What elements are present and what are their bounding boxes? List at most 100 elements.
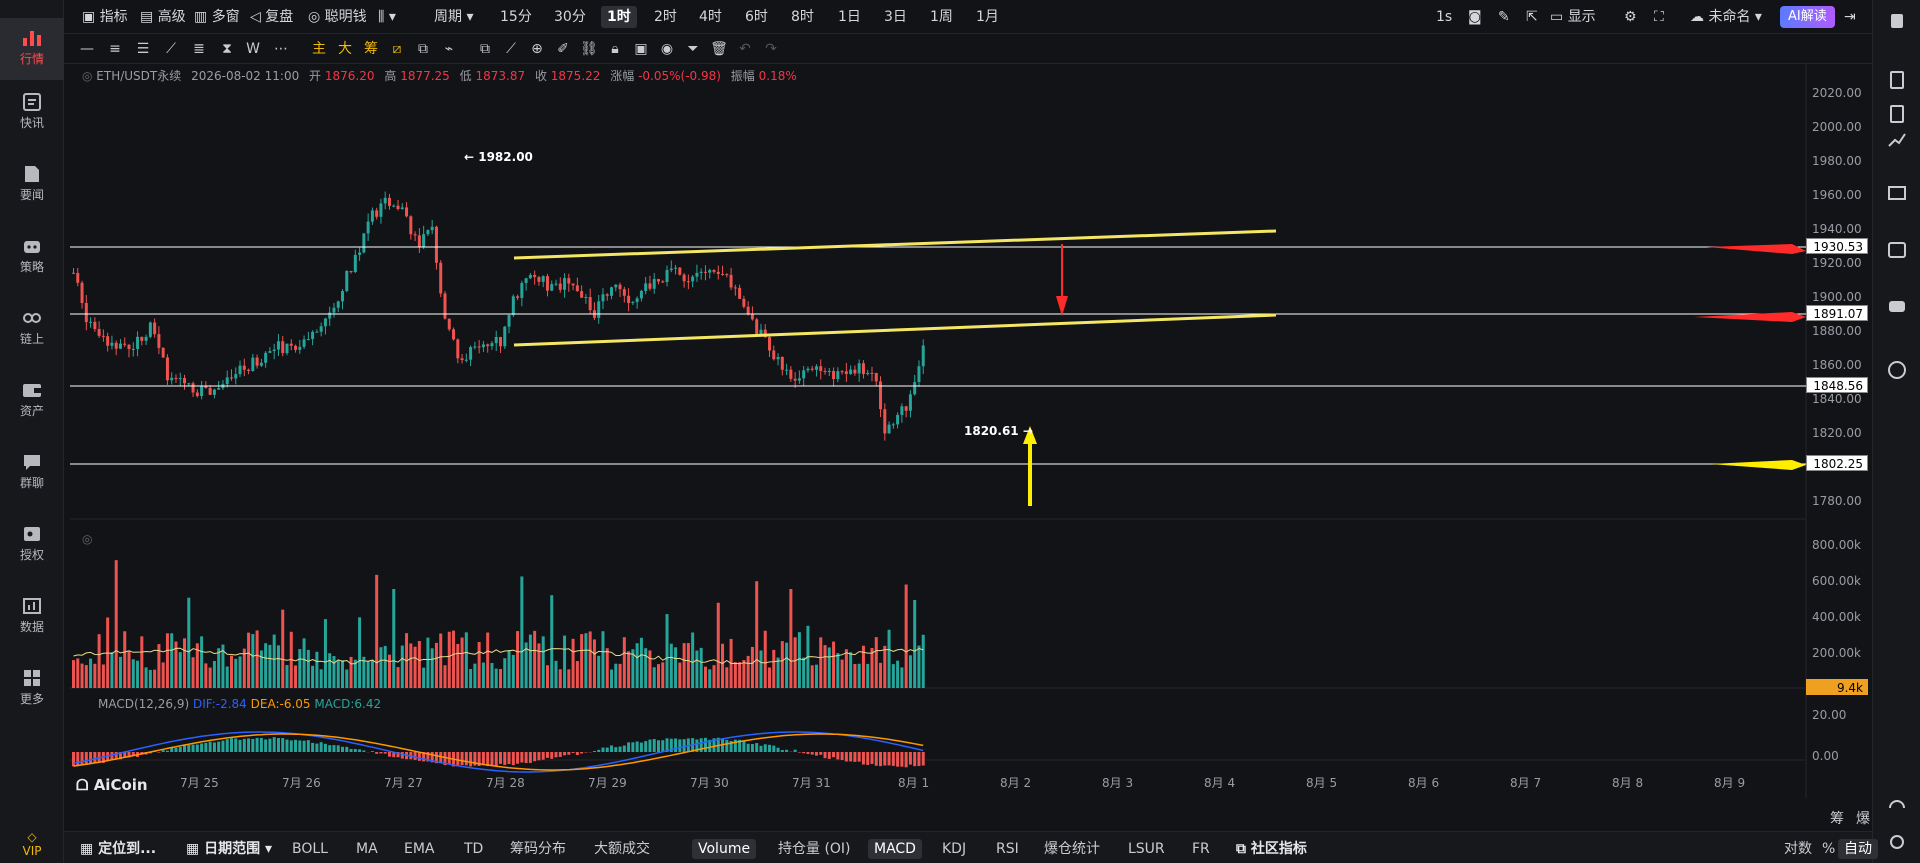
lock-icon[interactable]: 🔒︎: [606, 40, 624, 58]
settings-icon[interactable]: [1887, 832, 1907, 852]
timeframe-2h[interactable]: 2时: [654, 6, 677, 28]
timeframe-1h[interactable]: 1时: [601, 6, 637, 28]
camera-icon[interactable]: ◙: [1468, 6, 1482, 28]
nav-item-strategy[interactable]: 策略: [0, 226, 64, 288]
chip-toggle[interactable]: 筹: [362, 40, 380, 58]
sub-indicator-fr[interactable]: FR: [1192, 839, 1210, 859]
timeframe-30m[interactable]: 30分: [554, 6, 586, 28]
redo-icon[interactable]: ↷: [762, 40, 780, 58]
collapse-icon[interactable]: ⇥: [1844, 6, 1856, 28]
magnet-icon[interactable]: ⌁: [440, 40, 458, 58]
brush-icon[interactable]: ✐: [554, 40, 572, 58]
timeframe-1mo[interactable]: 1月: [976, 6, 999, 28]
sub-indicator-kdj[interactable]: KDJ: [942, 839, 966, 859]
more-dots-icon[interactable]: ⋯: [272, 40, 290, 58]
timeframe-1w[interactable]: 1周: [930, 6, 953, 28]
indicator-boll[interactable]: BOLL: [292, 839, 328, 859]
indicator-button[interactable]: ▣ 指标: [82, 6, 128, 28]
locate-button[interactable]: ▦ 定位到...: [80, 839, 156, 859]
adjust-icon[interactable]: ⧗: [218, 40, 236, 58]
zoom-icon[interactable]: ⊕: [528, 40, 546, 58]
ai-interpret-button[interactable]: AI解读: [1780, 6, 1835, 28]
timeframe-6h[interactable]: 6时: [745, 6, 768, 28]
auto-scale-toggle[interactable]: 自动: [1838, 839, 1878, 859]
nav-item-more[interactable]: 更多: [0, 658, 64, 720]
nav-item-data[interactable]: 数据: [0, 586, 64, 648]
menu-lines-icon[interactable]: ≡: [106, 40, 124, 58]
parallel-lines-icon[interactable]: ☰: [134, 40, 152, 58]
refresh-rate[interactable]: 1s: [1436, 6, 1452, 28]
horizontal-line-icon[interactable]: —: [78, 40, 96, 58]
smart-money-button[interactable]: ◎ 聪明钱: [308, 6, 367, 28]
indicator-td[interactable]: TD: [464, 839, 483, 859]
percent-scale-toggle[interactable]: %: [1822, 839, 1835, 859]
multi-window-button[interactable]: ▥ 多窗: [194, 6, 240, 28]
trash-icon[interactable]: 🗑︎: [710, 40, 728, 58]
replay-button[interactable]: ◁ 复盘: [250, 6, 293, 28]
template-icon[interactable]: ▣: [632, 40, 650, 58]
settings-gear-icon[interactable]: ⚙: [1624, 6, 1637, 28]
layout-name-dropdown[interactable]: ☁ 未命名 ▾: [1690, 6, 1762, 28]
doc-2-icon[interactable]: [1887, 104, 1907, 124]
copy-icon[interactable]: ⧉: [414, 40, 432, 58]
sub-indicator-macd[interactable]: MACD: [868, 839, 922, 859]
indicator-ema[interactable]: EMA: [404, 839, 435, 859]
nav-item-market[interactable]: 行情: [0, 18, 64, 80]
indicator-large-trades[interactable]: 大额成交: [594, 839, 650, 859]
period-dropdown[interactable]: 周期 ▾: [434, 6, 473, 28]
link-icon[interactable]: ⛓: [580, 40, 598, 58]
timeframe-15m[interactable]: 15分: [500, 6, 532, 28]
nav-item-news[interactable]: 要闻: [0, 154, 64, 216]
nav-item-flash[interactable]: 快讯: [0, 82, 64, 144]
sub-indicator-liquidation[interactable]: 爆仓统计: [1044, 839, 1100, 859]
hide-icon[interactable]: ◉: [658, 40, 676, 58]
sub-indicator-volume[interactable]: Volume: [692, 839, 757, 859]
sub-indicator-rsi[interactable]: RSI: [996, 839, 1019, 859]
nav-item-assets[interactable]: 资产: [0, 370, 64, 432]
log-scale-toggle[interactable]: 对数: [1784, 839, 1812, 859]
vip-badge[interactable]: ◇ VIP: [0, 830, 64, 858]
timeframe-1d[interactable]: 1日: [838, 6, 861, 28]
undo-icon[interactable]: ↶: [736, 40, 754, 58]
corner-chip-button[interactable]: 筹: [1830, 808, 1844, 828]
nav-item-onchain[interactable]: 链上: [0, 298, 64, 360]
main-chart-toggle[interactable]: 主: [310, 40, 328, 58]
swap-icon[interactable]: [1887, 360, 1907, 380]
measure-icon[interactable]: ⟋: [502, 40, 520, 58]
timeframe-3d[interactable]: 3日: [884, 6, 907, 28]
chart-type-button[interactable]: ⫼ ▾: [378, 6, 396, 28]
big-order-toggle[interactable]: 大: [336, 40, 354, 58]
indicator-ma[interactable]: MA: [356, 839, 378, 859]
ruler-icon[interactable]: ⧄: [388, 40, 406, 58]
nav-item-chat[interactable]: 群聊: [0, 442, 64, 504]
fullscreen-icon[interactable]: ⛶: [1654, 6, 1664, 28]
corner-liquidation-button[interactable]: 爆: [1856, 808, 1870, 828]
advanced-button[interactable]: ▤ 高级: [140, 6, 186, 28]
fib-icon[interactable]: ≣: [190, 40, 208, 58]
trend-icon[interactable]: [1887, 130, 1907, 150]
eye-icon[interactable]: ◎: [82, 69, 96, 83]
export-icon[interactable]: ⇱: [1526, 6, 1538, 28]
macd-name[interactable]: MACD(12,26,9): [98, 697, 189, 711]
trend-line-icon[interactable]: ⟋: [162, 40, 180, 58]
sub-indicator-lsur[interactable]: LSUR: [1128, 839, 1165, 859]
sub-indicator-oi[interactable]: 持仓量 (OI): [778, 839, 851, 859]
date-range-dropdown[interactable]: ▦ 日期范围 ▾: [186, 839, 272, 859]
community-indicators-button[interactable]: ⧉ 社区指标: [1236, 839, 1307, 859]
indicator-chip-distribution[interactable]: 筹码分布: [510, 839, 566, 859]
bell-icon[interactable]: [1887, 12, 1907, 32]
doc-icon[interactable]: [1887, 70, 1907, 90]
etf-icon[interactable]: [1887, 240, 1907, 260]
timeframe-4h[interactable]: 4时: [699, 6, 722, 28]
robot-side-icon[interactable]: [1887, 296, 1907, 316]
wave-w-button[interactable]: W: [244, 40, 262, 58]
clone-icon[interactable]: ⧉: [476, 40, 494, 58]
monitor-icon[interactable]: [1887, 184, 1907, 204]
timeframe-8h[interactable]: 8时: [791, 6, 814, 28]
edit-icon[interactable]: ✎: [1498, 6, 1510, 28]
display-button[interactable]: ▭ 显示: [1550, 6, 1596, 28]
filter-icon[interactable]: ⏷: [684, 40, 702, 58]
symbol-label[interactable]: ETH/USDT永续: [96, 69, 181, 83]
nav-item-auth[interactable]: 授权: [0, 514, 64, 576]
volume-pane-toggle-icon[interactable]: ◎: [82, 532, 92, 546]
